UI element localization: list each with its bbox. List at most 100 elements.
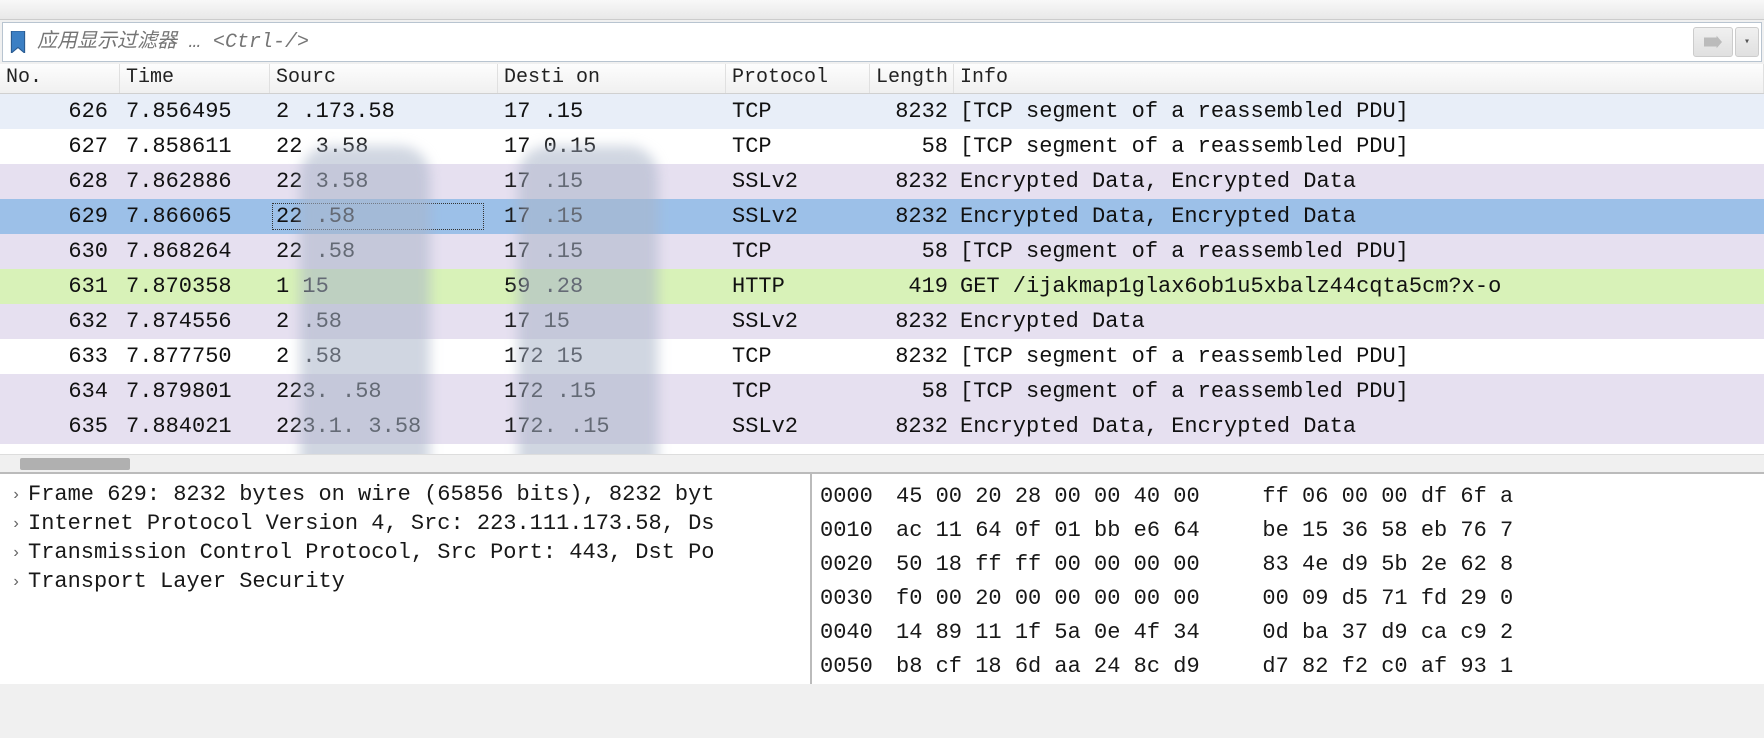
cell-destination: 17 0.15 xyxy=(498,132,726,161)
cell-no: 627 xyxy=(0,132,120,161)
packet-list-header[interactable]: No. Time Sourc Desti on Protocol Length … xyxy=(0,64,1764,94)
detail-row[interactable]: ›Transport Layer Security xyxy=(4,567,806,596)
packet-row[interactable]: 6307.86826422 .5817 .15TCP58[TCP segment… xyxy=(0,234,1764,269)
cell-source: 22 3.58 xyxy=(270,132,498,161)
column-header-no[interactable]: No. xyxy=(0,64,120,93)
cell-no: 635 xyxy=(0,412,120,441)
cell-length: 419 xyxy=(870,272,954,301)
chevron-right-icon[interactable]: › xyxy=(4,515,28,533)
detail-row[interactable]: ›Frame 629: 8232 bytes on wire (65856 bi… xyxy=(4,480,806,509)
cell-time: 7.884021 xyxy=(120,412,270,441)
cell-source: 2 .173.58 xyxy=(270,97,498,126)
detail-row[interactable]: ›Transmission Control Protocol, Src Port… xyxy=(4,538,806,567)
detail-text: Transport Layer Security xyxy=(28,569,345,594)
cell-info: Encrypted Data, Encrypted Data xyxy=(954,202,1764,231)
byte-offset: 0040 xyxy=(820,616,896,650)
byte-row[interactable]: 0010ac 11 64 0f 01 bb e6 64 be 15 36 58 … xyxy=(820,514,1756,548)
cell-destination: 172. .15 xyxy=(498,412,726,441)
cell-destination: 172 .15 xyxy=(498,377,726,406)
chevron-right-icon[interactable]: › xyxy=(4,544,28,562)
cell-length: 8232 xyxy=(870,202,954,231)
cell-info: [TCP segment of a reassembled PDU] xyxy=(954,377,1764,406)
cell-length: 8232 xyxy=(870,342,954,371)
detail-row[interactable]: ›Internet Protocol Version 4, Src: 223.1… xyxy=(4,509,806,538)
detail-text: Internet Protocol Version 4, Src: 223.11… xyxy=(28,511,715,536)
packet-bytes-pane[interactable]: 000045 00 20 28 00 00 40 00 ff 06 00 00 … xyxy=(812,474,1764,684)
cell-protocol: TCP xyxy=(726,377,870,406)
column-header-protocol[interactable]: Protocol xyxy=(726,64,870,93)
byte-hex: 00 09 d5 71 fd 29 0 xyxy=(1236,582,1756,616)
cell-protocol: TCP xyxy=(726,342,870,371)
cell-length: 8232 xyxy=(870,97,954,126)
column-header-info[interactable]: Info xyxy=(954,64,1764,93)
column-header-source[interactable]: Sourc xyxy=(270,64,498,93)
cell-no: 628 xyxy=(0,167,120,196)
packet-details-pane[interactable]: ›Frame 629: 8232 bytes on wire (65856 bi… xyxy=(0,474,812,684)
cell-time: 7.862886 xyxy=(120,167,270,196)
byte-hex: b8 cf 18 6d aa 24 8c d9 xyxy=(896,650,1236,684)
cell-source: 223. .58 xyxy=(270,377,498,406)
byte-hex: d7 82 f2 c0 af 93 1 xyxy=(1236,650,1756,684)
bottom-panes: ›Frame 629: 8232 bytes on wire (65856 bi… xyxy=(0,474,1764,684)
packet-row[interactable]: 6327.8745562 .5817 15SSLv28232Encrypted … xyxy=(0,304,1764,339)
cell-destination: 17 .15 xyxy=(498,202,726,231)
byte-hex: be 15 36 58 eb 76 7 xyxy=(1236,514,1756,548)
packet-row[interactable]: 6347.879801223. .58172 .15TCP58[TCP segm… xyxy=(0,374,1764,409)
cell-no: 634 xyxy=(0,377,120,406)
packet-row[interactable]: 6277.85861122 3.5817 0.15TCP58[TCP segme… xyxy=(0,129,1764,164)
byte-hex: ac 11 64 0f 01 bb e6 64 xyxy=(896,514,1236,548)
cell-time: 7.877750 xyxy=(120,342,270,371)
cell-time: 7.879801 xyxy=(120,377,270,406)
cell-destination: 59 .28 xyxy=(498,272,726,301)
cell-length: 8232 xyxy=(870,167,954,196)
chevron-right-icon[interactable]: › xyxy=(4,486,28,504)
horizontal-scrollbar[interactable] xyxy=(0,454,1764,472)
byte-hex: ff 06 00 00 df 6f a xyxy=(1236,480,1756,514)
byte-hex: 45 00 20 28 00 00 40 00 xyxy=(896,480,1236,514)
cell-source: 22 3.58 xyxy=(270,167,498,196)
cell-protocol: TCP xyxy=(726,237,870,266)
cell-no: 630 xyxy=(0,237,120,266)
cell-info: [TCP segment of a reassembled PDU] xyxy=(954,342,1764,371)
cell-source: 1 15 xyxy=(270,272,498,301)
byte-hex: 50 18 ff ff 00 00 00 00 xyxy=(896,548,1236,582)
byte-row[interactable]: 0030f0 00 20 00 00 00 00 00 00 09 d5 71 … xyxy=(820,582,1756,616)
packet-row[interactable]: 6317.8703581 1559 .28HTTP419GET /ijakmap… xyxy=(0,269,1764,304)
byte-hex: f0 00 20 00 00 00 00 00 xyxy=(896,582,1236,616)
packet-row[interactable]: 6357.884021223.1. 3.58172. .15SSLv28232E… xyxy=(0,409,1764,444)
byte-row[interactable]: 002050 18 ff ff 00 00 00 00 83 4e d9 5b … xyxy=(820,548,1756,582)
chevron-right-icon[interactable]: › xyxy=(4,573,28,591)
main-toolbar xyxy=(0,0,1764,20)
detail-text: Frame 629: 8232 bytes on wire (65856 bit… xyxy=(28,482,715,507)
byte-row[interactable]: 004014 89 11 1f 5a 0e 4f 34 0d ba 37 d9 … xyxy=(820,616,1756,650)
byte-offset: 0010 xyxy=(820,514,896,548)
cell-protocol: SSLv2 xyxy=(726,167,870,196)
cell-protocol: HTTP xyxy=(726,272,870,301)
cell-info: Encrypted Data, Encrypted Data xyxy=(954,167,1764,196)
display-filter-input[interactable] xyxy=(33,23,1691,61)
packet-row[interactable]: 6287.86288622 3.5817 .15SSLv28232Encrypt… xyxy=(0,164,1764,199)
cell-no: 629 xyxy=(0,202,120,231)
byte-offset: 0020 xyxy=(820,548,896,582)
byte-offset: 0050 xyxy=(820,650,896,684)
display-filter-bar: ▾ xyxy=(2,22,1762,62)
column-header-time[interactable]: Time xyxy=(120,64,270,93)
column-header-length[interactable]: Length xyxy=(870,64,954,93)
filter-dropdown-button[interactable]: ▾ xyxy=(1735,27,1759,57)
packet-row[interactable]: 6267.8564952 .173.5817 .15TCP8232[TCP se… xyxy=(0,94,1764,129)
packet-row[interactable]: 6297.86606522 .5817 .15SSLv28232Encrypte… xyxy=(0,199,1764,234)
filter-apply-button[interactable] xyxy=(1693,27,1733,57)
byte-row[interactable]: 000045 00 20 28 00 00 40 00 ff 06 00 00 … xyxy=(820,480,1756,514)
cell-length: 58 xyxy=(870,377,954,406)
column-header-destination[interactable]: Desti on xyxy=(498,64,726,93)
cell-info: [TCP segment of a reassembled PDU] xyxy=(954,97,1764,126)
bookmark-icon[interactable] xyxy=(3,23,33,61)
cell-info: GET /ijakmap1glax6ob1u5xbalz44cqta5cm?x-… xyxy=(954,272,1764,301)
cell-length: 58 xyxy=(870,237,954,266)
byte-hex: 0d ba 37 d9 ca c9 2 xyxy=(1236,616,1756,650)
packet-row[interactable]: 6337.8777502 .58172 15TCP8232[TCP segmen… xyxy=(0,339,1764,374)
byte-row[interactable]: 0050b8 cf 18 6d aa 24 8c d9 d7 82 f2 c0 … xyxy=(820,650,1756,684)
byte-hex: 83 4e d9 5b 2e 62 8 xyxy=(1236,548,1756,582)
cell-destination: 17 15 xyxy=(498,307,726,336)
cell-source: 22 .58 xyxy=(270,237,498,266)
